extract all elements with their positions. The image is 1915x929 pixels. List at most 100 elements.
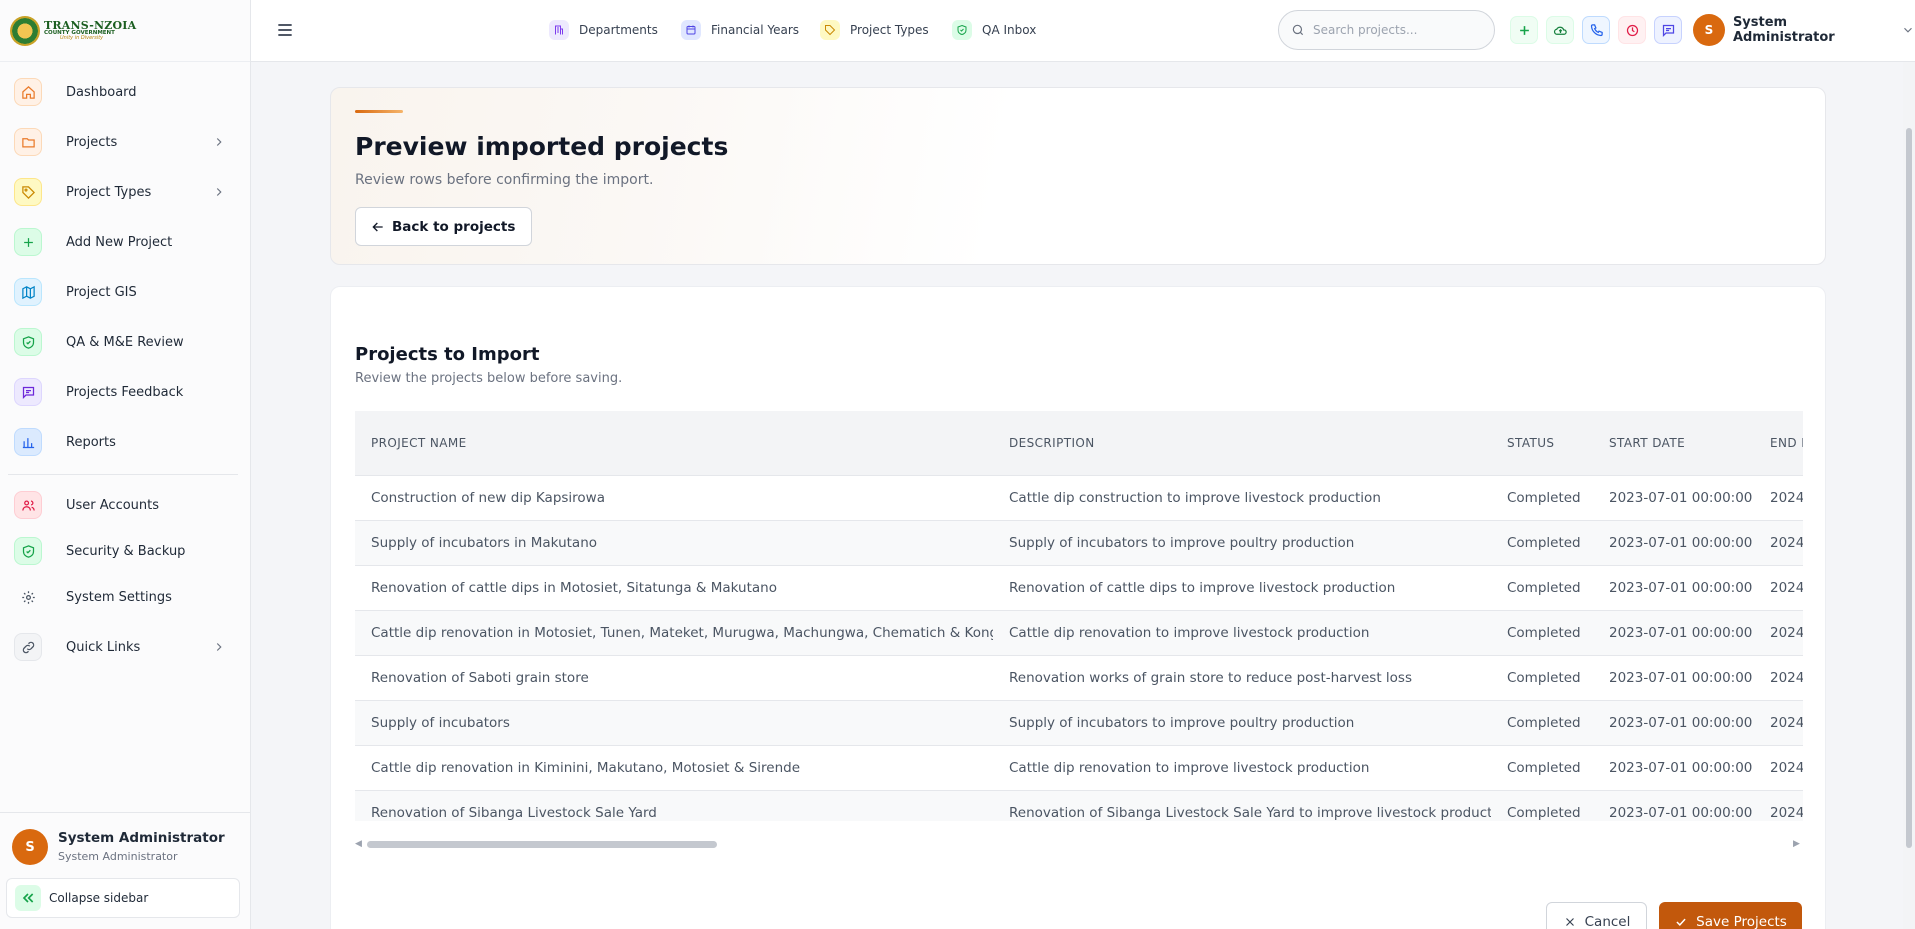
collapse-sidebar-button[interactable]: Collapse sidebar [6, 878, 240, 918]
cell-description: Renovation works of grain store to reduc… [993, 655, 1491, 701]
sidebar-item-reports[interactable]: Reports [14, 424, 236, 460]
sidebar-user-panel: S System Administrator System Administra… [0, 812, 251, 928]
table-row: Cattle dip renovation in Kiminini, Makut… [355, 745, 1803, 791]
sidebar-item-projects[interactable]: Projects [14, 124, 236, 160]
messages-button[interactable] [1654, 16, 1682, 44]
vertical-scrollbar[interactable] [1903, 62, 1915, 929]
sidebar-item-label: Projects Feedback [66, 384, 184, 400]
sidebar-item-user-accounts[interactable]: User Accounts [14, 487, 236, 523]
chevron-down-icon [1904, 27, 1912, 33]
cancel-button[interactable]: Cancel [1546, 902, 1647, 929]
shield-check-icon [952, 20, 972, 40]
header-link-departments[interactable]: Departments [549, 19, 658, 41]
page-subtitle: Review rows before confirming the import… [355, 172, 654, 188]
header-link-financial-years[interactable]: Financial Years [681, 19, 799, 41]
scrollbar-thumb[interactable] [1906, 128, 1912, 848]
cell-end-date: 2024-06-30 00:00:00 [1754, 790, 1803, 821]
column-header-description[interactable]: DESCRIPTION [993, 411, 1491, 476]
cell-project-name: Renovation of Saboti grain store [355, 655, 993, 701]
sidebar-item-label: QA & M&E Review [66, 334, 184, 350]
horizontal-scrollbar[interactable]: ◀ ▶ [355, 838, 1803, 850]
cell-status: Completed [1491, 610, 1593, 656]
sidebar: TRANS-NZOIA COUNTY GOVERNMENT Unity in D… [0, 0, 251, 929]
sidebar-item-projects-feedback[interactable]: Projects Feedback [14, 374, 236, 410]
cell-end-date: 2024-06-30 00:00:00 [1754, 520, 1803, 566]
cell-description: Renovation of cattle dips to improve liv… [993, 565, 1491, 611]
column-header-status[interactable]: STATUS [1491, 411, 1593, 476]
arrow-left-icon [372, 222, 383, 231]
gear-icon [14, 583, 42, 611]
table-row: Renovation of cattle dips in Motosiet, S… [355, 565, 1803, 611]
column-header-project-name[interactable]: PROJECT NAME [355, 411, 993, 476]
cell-end-date: 2024-06-30 00:00:00 [1754, 475, 1803, 521]
cell-start-date: 2023-07-01 00:00:00 [1593, 565, 1754, 611]
sidebar-item-label: Dashboard [66, 84, 137, 100]
sidebar-item-label: Reports [66, 434, 116, 450]
cell-status: Completed [1491, 655, 1593, 701]
column-header-start-date[interactable]: START DATE [1593, 411, 1754, 476]
scroll-right-arrow-icon[interactable]: ▶ [1793, 838, 1803, 850]
contact-button[interactable] [1582, 16, 1610, 44]
users-icon [14, 491, 42, 519]
header-link-project-types[interactable]: Project Types [820, 19, 929, 41]
avatar: S [1693, 14, 1725, 46]
cell-project-name: Supply of incubators [355, 700, 993, 746]
projects-table: PROJECT NAME DESCRIPTION STATUS START DA… [355, 411, 1803, 821]
search-icon [1292, 24, 1304, 36]
cell-start-date: 2023-07-01 00:00:00 [1593, 790, 1754, 821]
import-preview-card: Projects to Import Review the projects b… [330, 286, 1826, 929]
back-to-projects-button[interactable]: Back to projects [355, 207, 533, 246]
search-input[interactable] [1313, 23, 1483, 37]
menu-icon[interactable] [275, 20, 295, 40]
user-role: System Administrator [58, 850, 178, 863]
save-projects-button[interactable]: Save Projects [1659, 902, 1802, 929]
cell-start-date: 2023-07-01 00:00:00 [1593, 520, 1754, 566]
plus-icon [1519, 25, 1529, 35]
sidebar-item-security-backup[interactable]: Security & Backup [14, 533, 236, 569]
back-button-label: Back to projects [392, 218, 516, 235]
history-button[interactable] [1618, 16, 1646, 44]
header-link-label: Departments [579, 23, 658, 37]
cell-end-date: 2024-06-30 00:00:00 [1754, 565, 1803, 611]
sidebar-item-project-types[interactable]: Project Types [14, 174, 236, 210]
sidebar-item-system-settings[interactable]: System Settings [14, 579, 236, 615]
sidebar-item-label: Add New Project [66, 234, 173, 250]
cell-status: Completed [1491, 700, 1593, 746]
header-link-qa-inbox[interactable]: QA Inbox [952, 19, 1036, 41]
sidebar-divider [8, 474, 238, 475]
sidebar-item-quick-links[interactable]: Quick Links [14, 629, 236, 665]
header-link-label: Financial Years [711, 23, 800, 37]
message-icon [14, 378, 42, 406]
card-subtitle: Review the projects below before saving. [355, 371, 623, 386]
scrollbar-thumb[interactable] [367, 841, 717, 848]
user-menu[interactable]: S System Administrator [1693, 14, 1915, 46]
collapse-sidebar-label: Collapse sidebar [49, 891, 149, 905]
cell-description: Cattle dip construction to improve lives… [993, 475, 1491, 521]
cell-status: Completed [1491, 520, 1593, 566]
folder-icon [14, 128, 42, 156]
sidebar-item-project-gis[interactable]: Project GIS [14, 274, 236, 310]
upload-button[interactable] [1546, 16, 1574, 44]
search-box[interactable] [1278, 10, 1495, 50]
cell-start-date: 2023-07-01 00:00:00 [1593, 610, 1754, 656]
quick-add-button[interactable] [1510, 16, 1538, 44]
table-row: Supply of incubators in Makutano Supply … [355, 520, 1803, 566]
phone-icon [1590, 23, 1603, 36]
scroll-left-arrow-icon[interactable]: ◀ [355, 838, 365, 850]
avatar[interactable]: S [12, 829, 48, 865]
sidebar-item-qa-review[interactable]: QA & M&E Review [14, 324, 236, 360]
cell-status: Completed [1491, 565, 1593, 611]
table-row: Renovation of Sibanga Livestock Sale Yar… [355, 790, 1803, 821]
cell-project-name: Construction of new dip Kapsirowa [355, 475, 993, 521]
projects-table-container[interactable]: PROJECT NAME DESCRIPTION STATUS START DA… [355, 411, 1803, 821]
table-row: Cattle dip renovation in Motosiet, Tunen… [355, 610, 1803, 656]
logo-motto: Unity in Diversity [60, 35, 104, 42]
home-icon [14, 78, 42, 106]
column-header-end-date[interactable]: END DATE [1754, 411, 1803, 476]
sidebar-item-add-new-project[interactable]: Add New Project [14, 224, 236, 260]
plus-icon [14, 228, 42, 256]
cell-start-date: 2023-07-01 00:00:00 [1593, 475, 1754, 521]
sidebar-item-dashboard[interactable]: Dashboard [14, 74, 236, 110]
cell-status: Completed [1491, 790, 1593, 821]
county-logo[interactable]: TRANS-NZOIA COUNTY GOVERNMENT Unity in D… [0, 0, 250, 62]
